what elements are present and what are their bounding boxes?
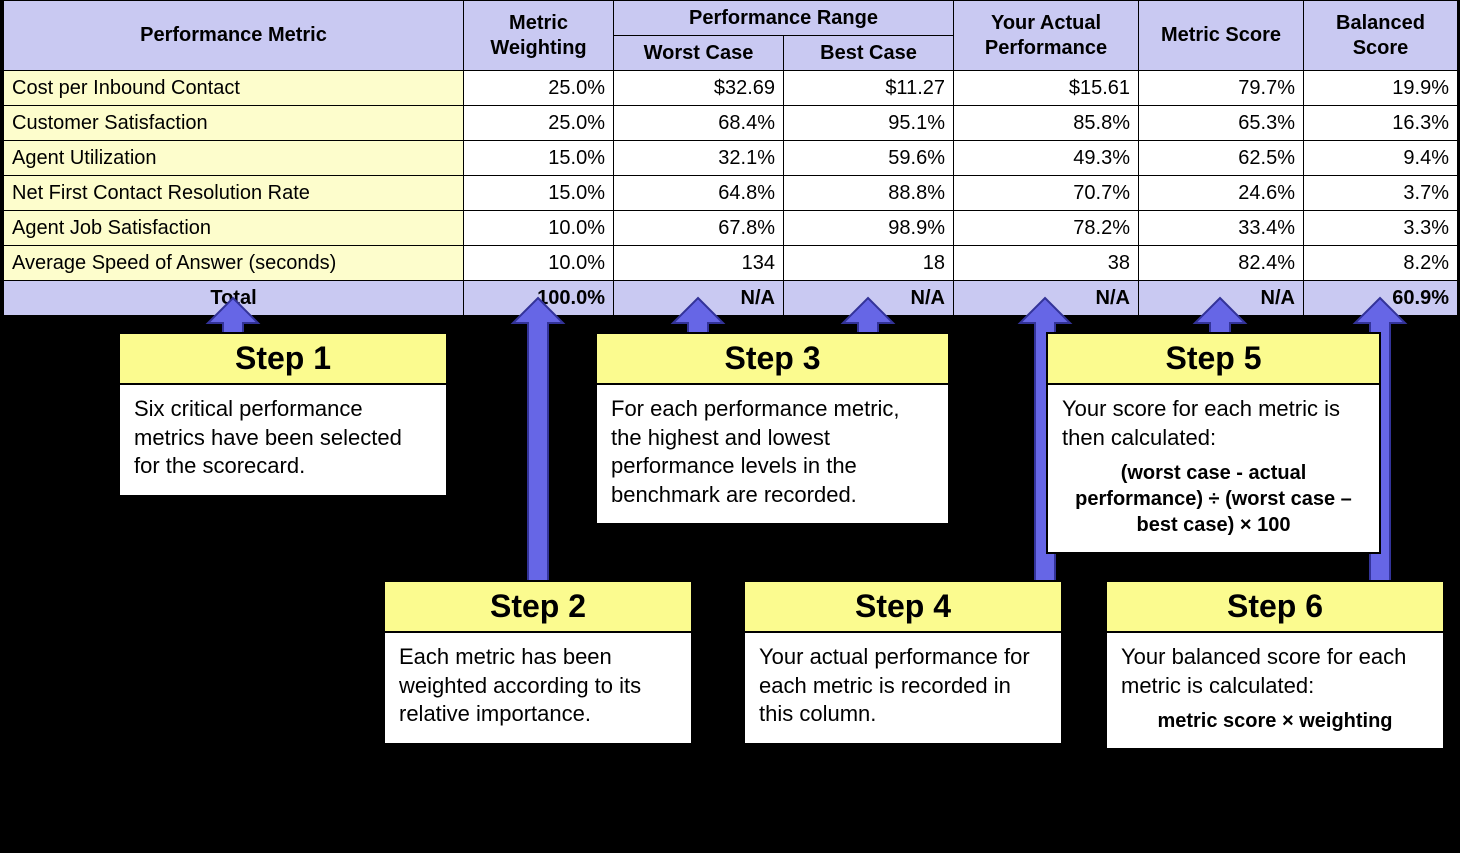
cell-metric: Net First Contact Resolution Rate xyxy=(4,176,464,211)
callout-title: Step 1 xyxy=(120,334,446,385)
cell-best: 88.8% xyxy=(784,176,954,211)
page-root: Performance Metric Metric Weighting Perf… xyxy=(0,0,1460,853)
cell-metric: Agent Utilization xyxy=(4,141,464,176)
arrow-up-icon xyxy=(513,298,563,586)
callout-formula: (worst case - actual performance) ÷ (wor… xyxy=(1062,460,1365,538)
callout-title: Step 2 xyxy=(385,582,691,633)
header-worst-case: Worst Case xyxy=(614,36,784,71)
callout-body: Your score for each metric is then calcu… xyxy=(1048,385,1379,552)
cell-metric: Customer Satisfaction xyxy=(4,106,464,141)
cell-best: 59.6% xyxy=(784,141,954,176)
cell-actual: 78.2% xyxy=(954,211,1139,246)
callout-step-1: Step 1 Six critical performance metrics … xyxy=(118,332,448,497)
callout-title: Step 6 xyxy=(1107,582,1443,633)
cell-weight: 15.0% xyxy=(464,176,614,211)
cell-balanced: 8.2% xyxy=(1304,246,1458,281)
callout-formula: metric score × weighting xyxy=(1121,708,1429,734)
cell-weight: 25.0% xyxy=(464,71,614,106)
callout-step-6: Step 6 Your balanced score for each metr… xyxy=(1105,580,1445,750)
cell-worst: 134 xyxy=(614,246,784,281)
cell-metric: Average Speed of Answer (seconds) xyxy=(4,246,464,281)
cell-actual: $15.61 xyxy=(954,71,1139,106)
cell-metric: Agent Job Satisfaction xyxy=(4,211,464,246)
cell-weight: 15.0% xyxy=(464,141,614,176)
cell-best: 18 xyxy=(784,246,954,281)
cell-actual: 70.7% xyxy=(954,176,1139,211)
callout-body: Your actual performance for each metric … xyxy=(745,633,1061,743)
cell-worst: 64.8% xyxy=(614,176,784,211)
cell-score: 24.6% xyxy=(1139,176,1304,211)
table-row: Agent Utilization 15.0% 32.1% 59.6% 49.3… xyxy=(4,141,1458,176)
cell-weight: 10.0% xyxy=(464,246,614,281)
table-row: Cost per Inbound Contact 25.0% $32.69 $1… xyxy=(4,71,1458,106)
cell-best: $11.27 xyxy=(784,71,954,106)
callout-title: Step 4 xyxy=(745,582,1061,633)
cell-actual: 85.8% xyxy=(954,106,1139,141)
callout-body-text: Your score for each metric is then calcu… xyxy=(1062,396,1340,450)
cell-balanced: 19.9% xyxy=(1304,71,1458,106)
header-actual: Your Actual Performance xyxy=(954,1,1139,71)
cell-worst: 67.8% xyxy=(614,211,784,246)
header-weighting: Metric Weighting xyxy=(464,1,614,71)
callout-body-text: Your balanced score for each metric is c… xyxy=(1121,644,1406,698)
header-metric-score: Metric Score xyxy=(1139,1,1304,71)
callout-body: For each performance metric, the highest… xyxy=(597,385,948,523)
table-row: Agent Job Satisfaction 10.0% 67.8% 98.9%… xyxy=(4,211,1458,246)
callout-body: Six critical performance metrics have be… xyxy=(120,385,446,495)
cell-balanced: 9.4% xyxy=(1304,141,1458,176)
callout-title: Step 5 xyxy=(1048,334,1379,385)
scorecard-table: Performance Metric Metric Weighting Perf… xyxy=(3,0,1458,316)
cell-balanced: 3.7% xyxy=(1304,176,1458,211)
cell-weight: 25.0% xyxy=(464,106,614,141)
header-metric: Performance Metric xyxy=(4,1,464,71)
header-performance-range: Performance Range xyxy=(614,1,954,36)
cell-worst: 68.4% xyxy=(614,106,784,141)
cell-score: 79.7% xyxy=(1139,71,1304,106)
table-row: Net First Contact Resolution Rate 15.0% … xyxy=(4,176,1458,211)
cell-score: 62.5% xyxy=(1139,141,1304,176)
cell-score: 33.4% xyxy=(1139,211,1304,246)
callout-title: Step 3 xyxy=(597,334,948,385)
cell-worst: $32.69 xyxy=(614,71,784,106)
callout-step-3: Step 3 For each performance metric, the … xyxy=(595,332,950,525)
cell-balanced: 3.3% xyxy=(1304,211,1458,246)
callout-step-2: Step 2 Each metric has been weighted acc… xyxy=(383,580,693,745)
header-balanced-score: Balanced Score xyxy=(1304,1,1458,71)
cell-actual: 38 xyxy=(954,246,1139,281)
cell-actual: 49.3% xyxy=(954,141,1139,176)
header-best-case: Best Case xyxy=(784,36,954,71)
cell-worst: 32.1% xyxy=(614,141,784,176)
cell-weight: 10.0% xyxy=(464,211,614,246)
cell-score: 82.4% xyxy=(1139,246,1304,281)
callout-step-4: Step 4 Your actual performance for each … xyxy=(743,580,1063,745)
cell-metric: Cost per Inbound Contact xyxy=(4,71,464,106)
callout-body: Each metric has been weighted according … xyxy=(385,633,691,743)
table-row: Average Speed of Answer (seconds) 10.0% … xyxy=(4,246,1458,281)
callout-body: Your balanced score for each metric is c… xyxy=(1107,633,1443,748)
table-row: Customer Satisfaction 25.0% 68.4% 95.1% … xyxy=(4,106,1458,141)
cell-balanced: 16.3% xyxy=(1304,106,1458,141)
cell-best: 95.1% xyxy=(784,106,954,141)
cell-best: 98.9% xyxy=(784,211,954,246)
callout-step-5: Step 5 Your score for each metric is the… xyxy=(1046,332,1381,554)
cell-score: 65.3% xyxy=(1139,106,1304,141)
